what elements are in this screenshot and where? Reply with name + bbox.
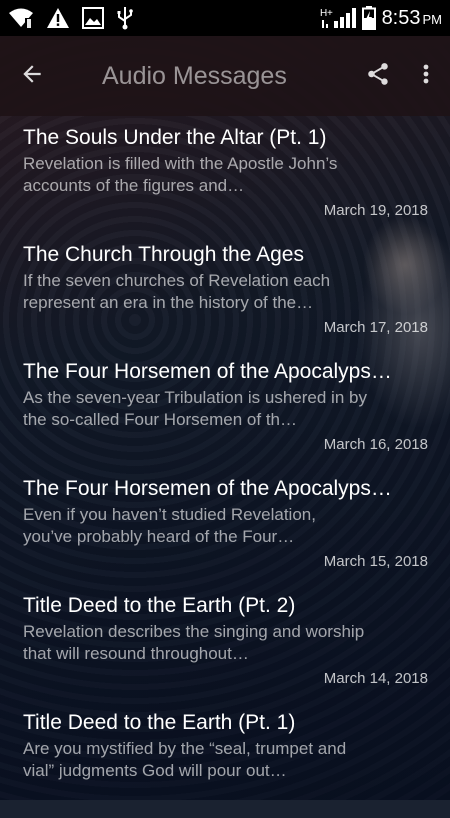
share-button[interactable] (354, 36, 402, 116)
list-item[interactable]: The Souls Under the Altar (Pt. 1) Revela… (0, 116, 450, 233)
message-title: The Four Horsemen of the Apocalyps… (23, 360, 392, 383)
message-title: The Four Horsemen of the Apocalyps… (23, 477, 392, 500)
list-item[interactable]: The Church Through the Ages If the seven… (0, 233, 450, 350)
message-date: March 17, 2018 (323, 319, 428, 336)
status-bar-notifications (8, 6, 134, 30)
back-button[interactable] (0, 36, 64, 116)
page-title: Audio Messages (102, 61, 287, 90)
list-item[interactable]: Title Deed to the Earth (Pt. 1) Are you … (0, 701, 450, 818)
message-date: March 16, 2018 (323, 436, 428, 453)
svg-text:+: + (327, 8, 333, 19)
message-title: Title Deed to the Earth (Pt. 2) (23, 594, 296, 617)
more-options-button[interactable] (402, 36, 450, 116)
list-item[interactable]: Title Deed to the Earth (Pt. 2) Revelati… (0, 584, 450, 701)
message-description: Even if you haven’t studied Revelation, … (23, 505, 316, 546)
message-title: The Souls Under the Altar (Pt. 1) (23, 126, 327, 149)
app-bar: Audio Messages (0, 36, 450, 116)
message-description: If the seven churches of Revelation each… (23, 271, 331, 312)
message-date: March 14, 2018 (323, 670, 428, 687)
audio-message-list: The Souls Under the Altar (Pt. 1) Revela… (0, 116, 450, 818)
message-date: March 19, 2018 (323, 202, 428, 219)
message-description: Revelation describes the singing and wor… (23, 622, 365, 663)
list-item[interactable]: The Four Horsemen of the Apocalyps… Even… (0, 467, 450, 584)
more-vert-icon (422, 62, 430, 91)
battery-charging-icon (361, 6, 376, 30)
status-bar-system: H + 8:53 PM (320, 6, 442, 30)
signal-icon: H + (320, 6, 356, 30)
wifi-icon (8, 7, 34, 29)
clock: 8:53 PM (381, 6, 442, 29)
message-date: March 15, 2018 (323, 553, 428, 570)
message-title: Title Deed to the Earth (Pt. 1) (23, 711, 296, 734)
arrow-back-icon (19, 61, 45, 92)
usb-icon (116, 6, 134, 30)
share-icon (365, 61, 391, 92)
status-bar: H + 8:53 PM (0, 0, 450, 36)
message-description: Revelation is filled with the Apostle Jo… (23, 154, 338, 195)
message-description: Are you mystified by the “seal, trumpet … (23, 739, 347, 780)
list-item[interactable]: The Four Horsemen of the Apocalyps… As t… (0, 350, 450, 467)
warning-icon (46, 7, 70, 29)
image-icon (82, 7, 104, 29)
message-title: The Church Through the Ages (23, 243, 304, 266)
message-description: As the seven-year Tribulation is ushered… (23, 388, 367, 429)
